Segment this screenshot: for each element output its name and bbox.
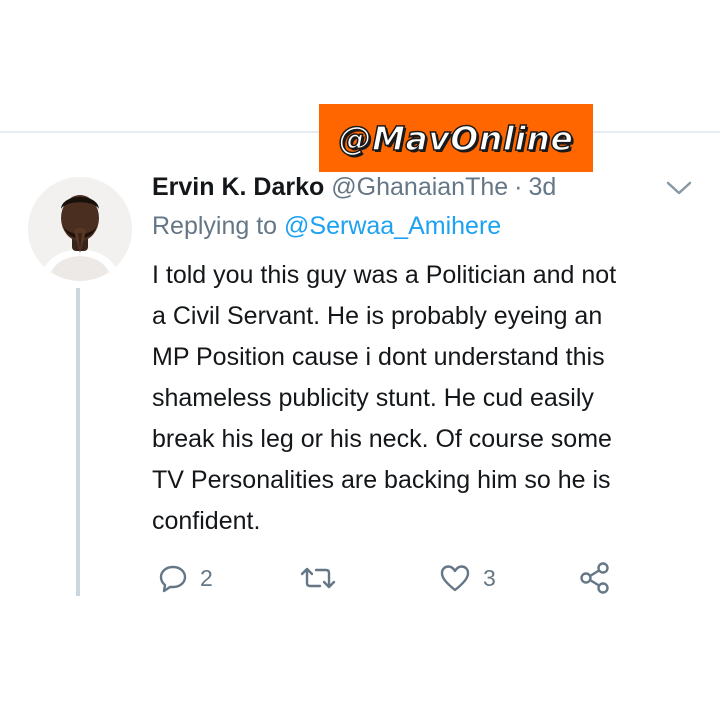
like-button[interactable]: 3 — [439, 558, 496, 598]
like-count: 3 — [483, 564, 496, 591]
share-icon — [578, 561, 612, 595]
tweet-body-line: I told you this guy was a Politician and… — [152, 261, 617, 289]
user-handle[interactable]: @GhanaianThe — [331, 173, 508, 202]
tweet-body-line: confident. — [152, 507, 261, 535]
share-button[interactable] — [578, 558, 612, 598]
heart-icon — [439, 563, 471, 593]
replying-to-line: Replying to @Serwaa_Amihere — [152, 212, 501, 241]
header-separator: · — [514, 172, 523, 201]
replying-to-label: Replying to — [152, 212, 278, 240]
tweet-body-line: shameless publicity stunt. He cud easily — [152, 384, 594, 412]
reply-button[interactable]: 2 — [158, 558, 213, 598]
replying-to-mention[interactable]: @Serwaa_Amihere — [284, 212, 501, 240]
reply-icon — [158, 563, 188, 593]
tweet-body-line: break his leg or his neck. Of course som… — [152, 425, 612, 453]
tweet-body: I told you this guy was a Politician and… — [152, 255, 616, 542]
retweet-icon — [298, 563, 338, 593]
tweet-body-line: TV Personalities are backing him so he i… — [152, 466, 611, 494]
display-name[interactable]: Ervin K. Darko — [152, 173, 324, 202]
retweet-button[interactable] — [298, 558, 350, 598]
reply-count: 2 — [200, 564, 213, 591]
watermark-text: @MavOnline — [338, 118, 574, 159]
avatar[interactable] — [28, 177, 132, 281]
tweet-body-line: a Civil Servant. He is probably eyeing a… — [152, 302, 603, 330]
avatar-photo — [28, 177, 132, 281]
tweet-header: Ervin K. Darko @GhanaianThe · 3d — [152, 170, 556, 204]
tweet-actions: 2 3 — [152, 558, 652, 598]
tweet-timestamp[interactable]: 3d — [529, 173, 557, 202]
tweet-body-line: MP Position cause i dont understand this — [152, 343, 605, 371]
chevron-down-icon[interactable] — [664, 176, 694, 200]
thread-connector-line — [76, 288, 80, 596]
watermark-banner: @MavOnline — [319, 104, 593, 172]
